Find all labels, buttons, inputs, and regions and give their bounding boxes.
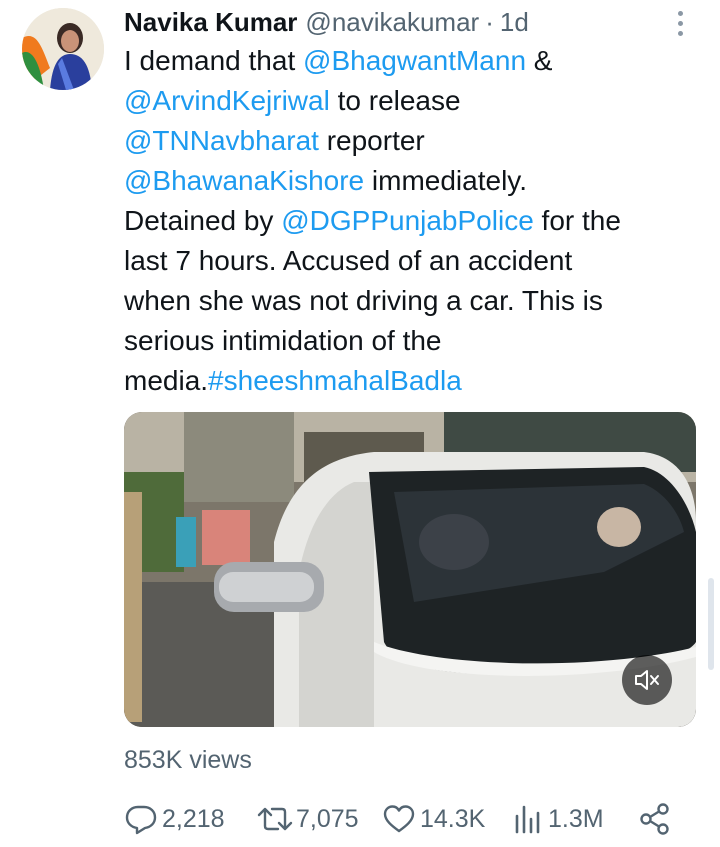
retweet-icon xyxy=(257,807,293,831)
mention-link[interactable]: @DGPPunjabPolice xyxy=(281,205,534,236)
tweet-header: Navika Kumar @navikakumar · 1d xyxy=(124,4,529,40)
tweet-text-segment: reporter xyxy=(318,125,425,156)
author-handle[interactable]: @navikakumar xyxy=(305,7,479,38)
tweet-timestamp[interactable]: 1d xyxy=(500,7,529,38)
tweet-text-segment: Detained by xyxy=(124,205,282,236)
tweet-text-line: media.#sheeshmahalBadla xyxy=(124,361,704,401)
views-icon xyxy=(515,805,540,834)
tweet-text-line: when she was not driving a car. This is xyxy=(124,281,704,321)
header-separator: · xyxy=(485,6,494,37)
tweet-text-line: @TNNavbharat reporter xyxy=(124,121,704,161)
reply-icon xyxy=(125,805,157,835)
tweet-text-segment: & xyxy=(526,45,553,76)
author-name[interactable]: Navika Kumar xyxy=(124,7,297,38)
tweet-text-segment: I demand that xyxy=(124,45,304,76)
tweet-video[interactable] xyxy=(124,412,696,727)
scrollbar[interactable] xyxy=(708,578,714,670)
tweet-text-segment: to release xyxy=(329,85,461,116)
more-vertical-icon xyxy=(677,10,683,16)
share-button[interactable] xyxy=(638,802,672,836)
retweet-button[interactable]: 7,075 xyxy=(256,802,359,836)
mention-link[interactable]: @BhagwantMann xyxy=(303,45,526,76)
hashtag-link[interactable]: #sheeshmahalBadla xyxy=(208,365,462,396)
tweet-text-segment: for the xyxy=(533,205,621,236)
analytics-count: 1.3M xyxy=(548,804,604,833)
tweet-text-segment: media. xyxy=(124,365,209,396)
retweet-count: 7,075 xyxy=(296,804,359,833)
mention-link[interactable]: @BhawanaKishore xyxy=(124,165,364,196)
mute-button[interactable] xyxy=(622,655,672,705)
tweet-text: I demand that @BhagwantMann & @ArvindKejr… xyxy=(124,41,704,401)
view-count: 853K views xyxy=(124,746,252,775)
tweet-text-segment: when she was not driving a car. This is xyxy=(124,285,603,316)
more-options-button[interactable] xyxy=(666,8,694,38)
view-count-label: views xyxy=(189,746,252,774)
tweet-text-line: serious intimidation of the xyxy=(124,321,704,361)
tweet-text-segment: last 7 hours. Accused of an accident xyxy=(124,245,573,276)
like-count: 14.3K xyxy=(420,804,486,833)
video-frame xyxy=(124,412,696,727)
speaker-muted-icon xyxy=(635,670,659,690)
tweet-text-line: Detained by @DGPPunjabPolice for the xyxy=(124,201,704,241)
tweet-text-segment: immediately. xyxy=(364,165,527,196)
mention-link[interactable]: @TNNavbharat xyxy=(124,125,319,156)
tweet-text-line: last 7 hours. Accused of an accident xyxy=(124,241,704,281)
reply-button[interactable]: 2,218 xyxy=(124,802,225,836)
like-icon xyxy=(383,805,415,833)
mention-link[interactable]: @ArvindKejriwal xyxy=(124,85,330,116)
action-bar: 2,218 7,075 14.3K 1.3M xyxy=(124,796,684,842)
author-avatar[interactable] xyxy=(22,8,104,90)
avatar-image xyxy=(22,8,104,90)
like-button[interactable]: 14.3K xyxy=(382,802,485,836)
reply-count: 2,218 xyxy=(162,804,225,833)
share-icon xyxy=(640,803,669,835)
more-dot xyxy=(677,20,683,26)
analytics-button[interactable]: 1.3M xyxy=(512,802,604,836)
more-dot xyxy=(677,30,683,36)
tweet-text-line: I demand that @BhagwantMann & xyxy=(124,41,704,81)
tweet-text-segment: serious intimidation of the xyxy=(124,325,442,356)
tweet-text-line: @ArvindKejriwal to release xyxy=(124,81,704,121)
view-count-number: 853K xyxy=(124,746,183,774)
tweet-text-line: @BhawanaKishore immediately. xyxy=(124,161,704,201)
